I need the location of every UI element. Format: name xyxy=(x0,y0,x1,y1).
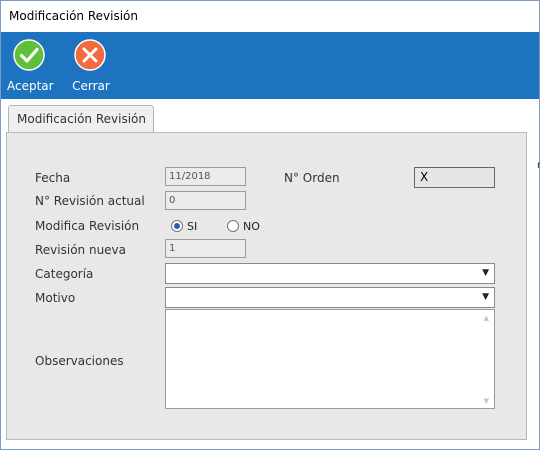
revision-actual-label: N° Revisión actual xyxy=(35,194,145,208)
check-circle-icon xyxy=(13,39,45,71)
modification-window: Modificación Revisión Aceptar Cerrar Mod… xyxy=(0,0,540,450)
fecha-field[interactable]: 11/2018 xyxy=(165,167,246,186)
motivo-label: Motivo xyxy=(35,291,76,305)
categoria-label: Categoría xyxy=(35,267,94,281)
modifica-revision-label: Modifica Revisión xyxy=(35,219,140,233)
fecha-label: Fecha xyxy=(35,171,71,185)
observaciones-textarea[interactable]: ▲ ▼ xyxy=(165,309,495,409)
scroll-down-icon[interactable]: ▼ xyxy=(484,397,489,405)
textarea-scrollbar[interactable]: ▲ ▼ xyxy=(478,310,494,408)
radio-si[interactable] xyxy=(171,220,183,232)
toolbar: Aceptar Cerrar xyxy=(1,32,539,99)
categoria-select[interactable]: ▼ xyxy=(165,263,495,284)
tab-modificacion-revision[interactable]: Modificación Revisión xyxy=(8,105,154,132)
chevron-down-icon: ▼ xyxy=(482,268,489,278)
scroll-up-icon[interactable]: ▲ xyxy=(484,314,489,322)
title-bar: Modificación Revisión xyxy=(1,1,539,32)
revision-nueva-label: Revisión nueva xyxy=(35,243,127,257)
window-title: Modificación Revisión xyxy=(9,9,138,23)
motivo-select[interactable]: ▼ xyxy=(165,287,495,308)
accept-button-label: Aceptar xyxy=(7,79,54,93)
radio-no[interactable] xyxy=(227,220,239,232)
radio-si-label: SI xyxy=(187,220,198,233)
orden-label: N° Orden xyxy=(284,171,340,185)
revision-nueva-field[interactable]: 1 xyxy=(165,239,246,258)
close-button-label: Cerrar xyxy=(72,79,110,93)
x-circle-icon xyxy=(74,39,106,71)
observaciones-label: Observaciones xyxy=(35,354,124,368)
tab-label: Modificación Revisión xyxy=(17,112,146,126)
close-button[interactable]: Cerrar xyxy=(68,37,118,95)
accept-button[interactable]: Aceptar xyxy=(7,37,57,95)
orden-field[interactable]: X xyxy=(414,167,495,188)
radio-no-label: NO xyxy=(243,220,260,233)
revision-actual-field[interactable]: 0 xyxy=(165,191,246,210)
chevron-down-icon: ▼ xyxy=(482,292,489,302)
